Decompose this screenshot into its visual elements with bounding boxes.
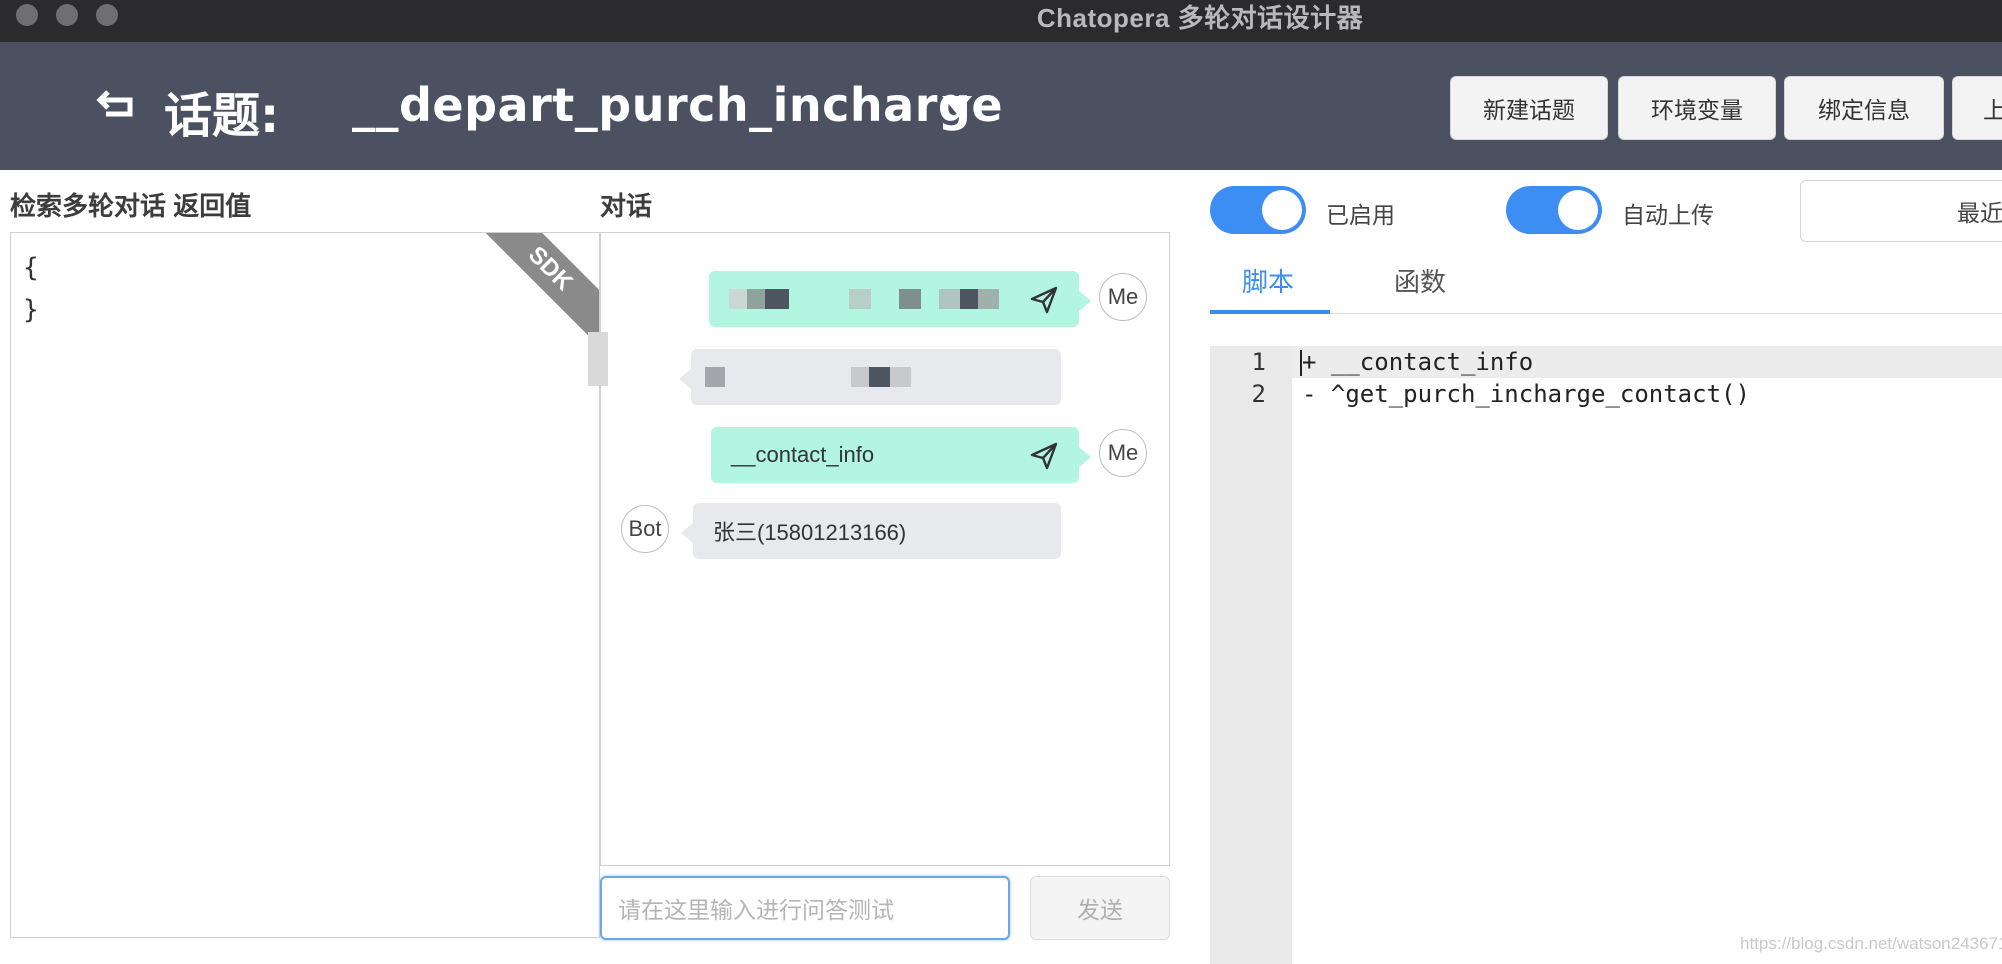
- enabled-toggle-label: 已启用: [1326, 202, 1395, 228]
- tab-functions[interactable]: 函数: [1394, 262, 1446, 299]
- avatar-me: Me: [1099, 429, 1147, 477]
- window-titlebar: Chatopera 多轮对话设计器: [0, 0, 2002, 42]
- blurred-text: [939, 289, 999, 309]
- topic-label: 话题:: [164, 88, 280, 144]
- window-title: Chatopera 多轮对话设计器: [1036, 3, 1364, 33]
- upload-button[interactable]: 上: [1952, 76, 2002, 140]
- auto-upload-toggle[interactable]: [1506, 186, 1602, 234]
- chat-message-bot: [679, 349, 1061, 405]
- return-value-viewer: { } SDK: [10, 232, 600, 938]
- tab-script[interactable]: 脚本: [1242, 262, 1294, 299]
- avatar-me: Me: [1099, 273, 1147, 321]
- back-arrow-icon[interactable]: [96, 82, 140, 126]
- blurred-text: [851, 367, 911, 387]
- paper-plane-icon: [1030, 286, 1058, 314]
- panel-resize-handle[interactable]: [588, 332, 608, 386]
- auto-upload-toggle-label: 自动上传: [1622, 202, 1714, 228]
- return-value-json: { }: [23, 253, 39, 325]
- new-topic-button[interactable]: 新建话题: [1450, 76, 1608, 140]
- chat-message-text: 张三(15801213166): [713, 520, 907, 545]
- topic-selector[interactable]: __depart_purch_incharge: [352, 78, 1003, 132]
- line-number: 1: [1251, 348, 1266, 376]
- toggle-knob: [1558, 190, 1598, 230]
- code-line[interactable]: + __contact_info: [1302, 348, 1533, 376]
- watermark: https://blog.csdn.net/watson243671: [1740, 934, 2002, 953]
- chat-input[interactable]: 请在这里输入进行问答测试: [600, 876, 1010, 940]
- blurred-text: [729, 289, 789, 309]
- chat-history: Me __contact_info Me Bot 张三(15801213166): [600, 232, 1170, 866]
- env-variables-button[interactable]: 环境变量: [1618, 76, 1776, 140]
- line-number: 2: [1251, 380, 1266, 408]
- chat-title: 对话: [600, 191, 653, 221]
- blurred-text: [899, 289, 921, 309]
- send-button[interactable]: 发送: [1030, 876, 1170, 940]
- blurred-text: [705, 367, 725, 387]
- toggle-knob: [1262, 190, 1302, 230]
- recent-selector[interactable]: 最近: [1800, 180, 2002, 242]
- caret-down-icon[interactable]: [942, 96, 972, 114]
- chat-message-text: __contact_info: [731, 442, 875, 467]
- binding-info-button[interactable]: 绑定信息: [1784, 76, 1944, 140]
- topic-header: 话题: __depart_purch_incharge 新建话题 环境变量 绑定…: [0, 42, 2002, 170]
- return-value-title: 检索多轮对话 返回值: [10, 191, 252, 221]
- code-line[interactable]: - ^get_purch_incharge_contact(): [1302, 380, 1750, 408]
- chat-message-me: __contact_info: [711, 427, 1091, 483]
- chat-message-bot: 张三(15801213166): [681, 503, 1061, 559]
- line-number-gutter: [1210, 346, 1292, 964]
- paper-plane-icon: [1030, 442, 1058, 470]
- active-tab-indicator: [1210, 310, 1330, 314]
- sdk-ribbon[interactable]: SDK: [468, 233, 599, 351]
- script-editor[interactable]: 1 2 + __contact_info - ^get_purch_inchar…: [1210, 346, 2002, 964]
- avatar-bot: Bot: [621, 505, 669, 553]
- enabled-toggle[interactable]: [1210, 186, 1306, 234]
- blurred-text: [849, 289, 871, 309]
- chat-message-me: [709, 271, 1091, 327]
